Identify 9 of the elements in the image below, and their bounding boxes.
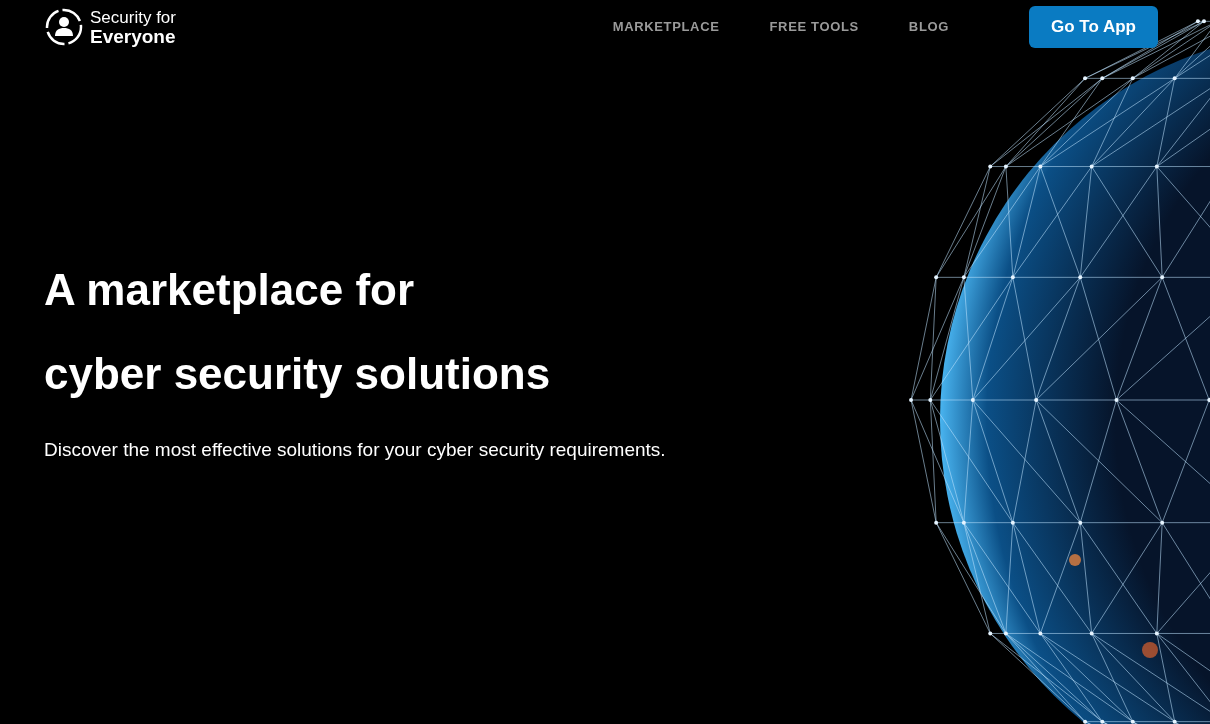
hero-subtitle: Discover the most effective solutions for your cyber security requirements. xyxy=(44,438,667,462)
nav-link[interactable]: MARKETPLACE xyxy=(612,17,720,37)
hero-heading: A marketplace for cyber security solutions xyxy=(44,264,552,400)
logo-text: Security for xyxy=(90,8,176,27)
go-to-app-button[interactable]: Go To App xyxy=(1029,6,1158,48)
user-circle-logo-icon xyxy=(44,7,84,47)
nav-link[interactable]: FREE TOOLS xyxy=(769,17,859,37)
logo-text: Everyone xyxy=(90,27,176,46)
nav-link[interactable]: BLOG xyxy=(908,17,949,37)
